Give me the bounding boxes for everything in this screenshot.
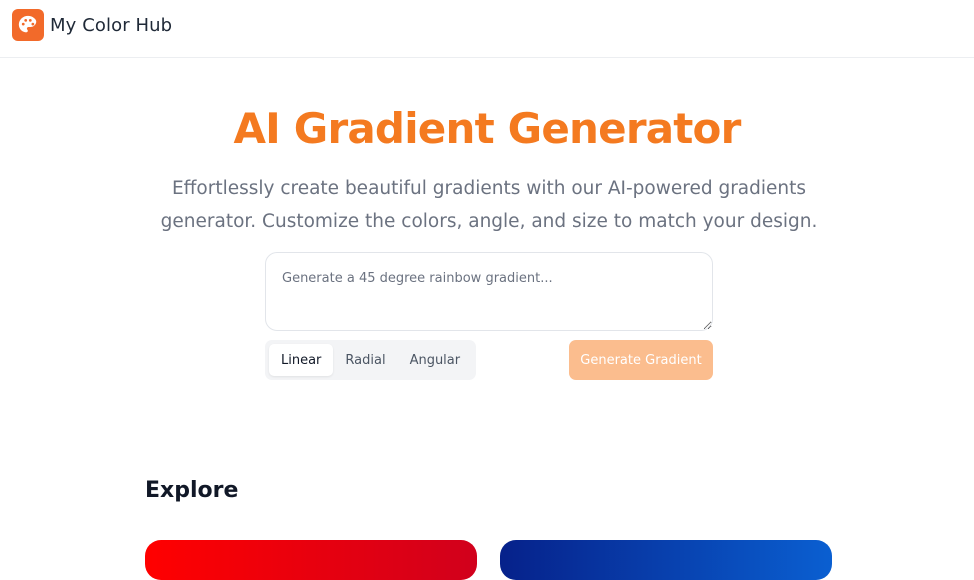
brand-name: My Color Hub: [50, 14, 173, 36]
gradient-card[interactable]: [500, 540, 832, 580]
generate-gradient-button[interactable]: Generate Gradient: [569, 340, 713, 380]
tab-angular[interactable]: Angular: [398, 344, 473, 376]
explore-heading: Explore: [145, 478, 239, 503]
top-navigation-bar: My Color Hub: [0, 0, 974, 58]
brand-home-link[interactable]: My Color Hub: [12, 9, 172, 41]
page-subtitle: Effortlessly create beautiful gradients …: [160, 178, 818, 232]
gradient-card[interactable]: [145, 540, 477, 580]
gradient-type-selector: Linear Radial Angular: [265, 340, 476, 380]
tab-radial[interactable]: Radial: [333, 344, 397, 376]
tab-linear[interactable]: Linear: [269, 344, 334, 376]
gradient-prompt-input[interactable]: [265, 252, 713, 331]
palette-icon: [12, 9, 44, 41]
page-title: AI Gradient Generator: [233, 104, 741, 153]
